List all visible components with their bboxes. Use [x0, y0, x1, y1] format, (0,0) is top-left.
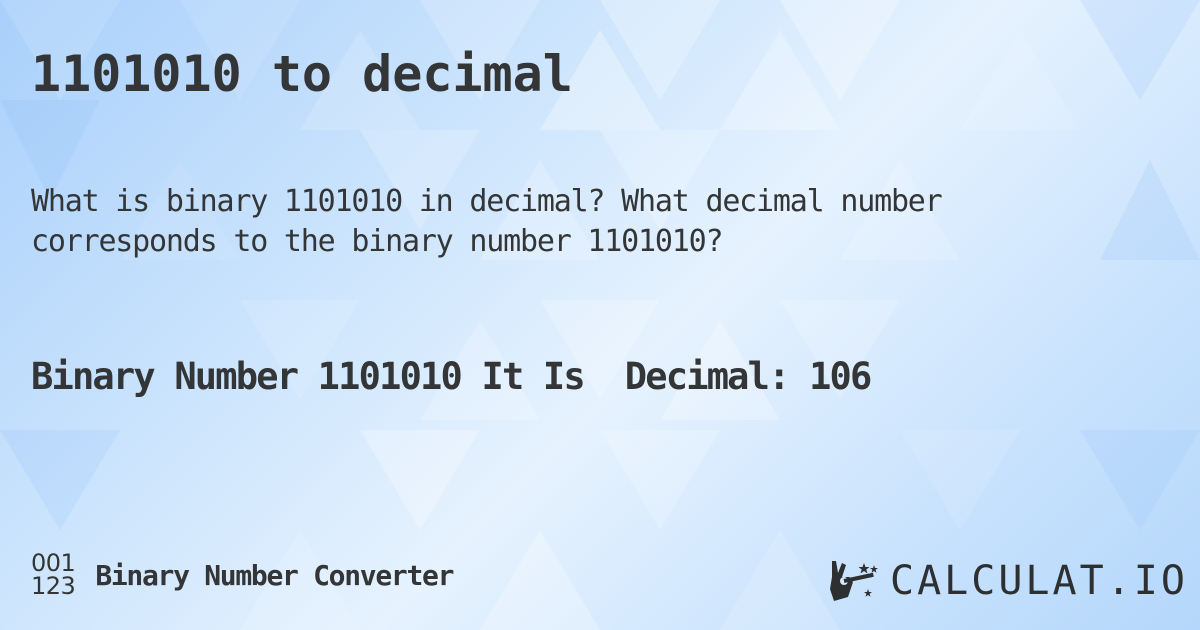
binary-icon-bottom: 123 [31, 572, 76, 600]
answer-text: Binary Number 1101010 It Is Decimal: 106 [31, 355, 872, 398]
brand-name: CALCULAT.IO [890, 558, 1188, 604]
converter-label: Binary Number Converter [95, 558, 454, 592]
question-text: What is binary 1101010 in decimal? What … [31, 184, 943, 259]
magic-wand-hand-icon [830, 561, 878, 601]
brand-logo: CALCULAT.IO [828, 558, 1188, 604]
page-title: 1101010 to decimal [31, 45, 573, 103]
binary-numbers-icon: 001 123 [31, 551, 76, 600]
converter-label-group: 001 123 Binary Number Converter [31, 551, 454, 600]
og-card: 1101010 to decimal What is binary 110101… [0, 0, 1200, 630]
